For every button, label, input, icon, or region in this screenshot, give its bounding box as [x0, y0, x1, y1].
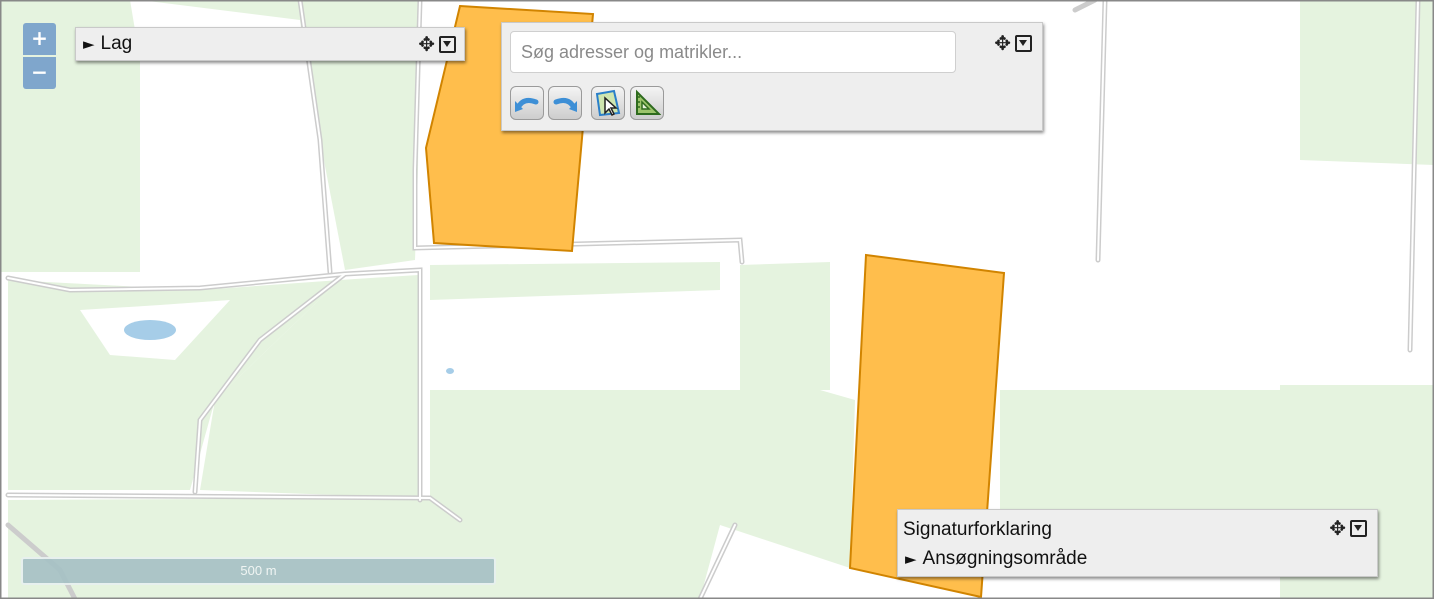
- move-icon[interactable]: ✥: [1329, 518, 1346, 538]
- water-body: [124, 320, 176, 340]
- select-area-icon: [595, 89, 621, 117]
- collapse-icon[interactable]: [439, 35, 456, 53]
- measure-icon: [636, 89, 661, 115]
- legend-item-label: Ansøgningsområde: [922, 548, 1088, 569]
- collapse-icon[interactable]: [1015, 34, 1032, 52]
- redo-button[interactable]: [548, 86, 582, 120]
- zoom-in-button[interactable]: +: [23, 23, 56, 55]
- legend-panel: Signaturforklaring ✥ ► Ansøgningsområde: [897, 509, 1378, 577]
- zoom-out-button[interactable]: −: [23, 57, 56, 89]
- undo-button[interactable]: [510, 86, 544, 120]
- legend-item-toggle[interactable]: ► Ansøgningsområde: [905, 548, 1087, 570]
- redo-icon: [553, 98, 577, 112]
- select-area-button[interactable]: [591, 86, 625, 120]
- undo-icon: [515, 98, 539, 112]
- collapse-icon[interactable]: [1350, 519, 1367, 537]
- scale-bar: 500 m: [21, 557, 496, 585]
- move-icon[interactable]: ✥: [418, 34, 435, 54]
- measure-button[interactable]: [630, 86, 664, 120]
- search-input[interactable]: [510, 31, 956, 73]
- scale-label: 500 m: [240, 563, 277, 578]
- legend-title: Signaturforklaring: [903, 519, 1052, 540]
- expand-arrow-icon: ►: [83, 35, 95, 53]
- search-panel: ✥: [501, 22, 1043, 131]
- layers-panel: ► Lag ✥: [75, 27, 465, 61]
- expand-arrow-icon: ►: [905, 550, 917, 568]
- layers-title: Lag: [100, 33, 133, 54]
- layers-toggle[interactable]: ► Lag: [83, 33, 132, 55]
- move-icon[interactable]: ✥: [994, 33, 1011, 53]
